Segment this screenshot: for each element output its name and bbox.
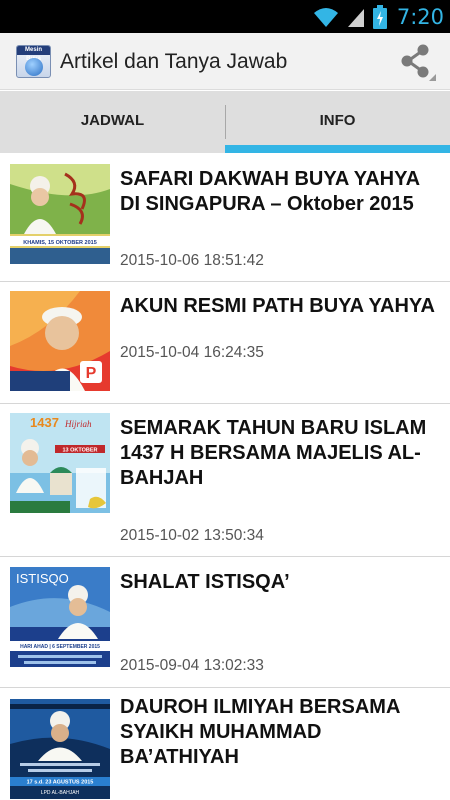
thumb-year-text: 1437 — [30, 415, 59, 430]
wifi-icon — [313, 7, 338, 27]
thumb-hijriah-text: Hijriah — [64, 419, 92, 429]
list-item[interactable]: 1437 Hijriah 13 OKTOBER SEMARAK TAHUN BA… — [0, 404, 450, 557]
thumb-date-text: 17 s.d. 23 AGUSTUS 2015 — [27, 780, 94, 786]
list-item[interactable]: ISTISQO HARI AHAD | 6 SEPTEMBER 2015 SHA… — [0, 557, 450, 688]
list-item[interactable]: 17 s.d. 23 AGUSTUS 2015 LPD AL-BAHJAH DA… — [0, 688, 450, 800]
article-thumbnail: KHAMIS, 15 OKTOBER 2015 — [10, 164, 110, 264]
tab-divider — [225, 105, 226, 139]
article-thumbnail: ISTISQO HARI AHAD | 6 SEPTEMBER 2015 — [10, 567, 110, 667]
app-logo-icon[interactable]: Mesin Buya — [16, 45, 51, 78]
svg-text:P: P — [86, 365, 97, 382]
status-time: 7:20 — [396, 4, 444, 29]
action-bar: Mesin Buya Artikel dan Tanya Jawab — [0, 33, 450, 90]
article-list: KHAMIS, 15 OKTOBER 2015 SAFARI DAKWAH BU… — [0, 153, 450, 800]
article-date: 2015-10-06 18:51:42 — [120, 252, 264, 269]
thumb-istisqo-text: ISTISQO — [16, 571, 69, 586]
battery-charging-icon — [372, 4, 387, 29]
article-date: 2015-09-04 13:02:33 — [120, 657, 264, 674]
article-thumbnail: P — [10, 291, 110, 391]
share-icon — [401, 44, 436, 81]
article-thumbnail: 17 s.d. 23 AGUSTUS 2015 LPD AL-BAHJAH — [10, 699, 110, 799]
tab-info[interactable]: INFO — [225, 91, 450, 153]
article-title: SEMARAK TAHUN BARU ISLAM 1437 H BERSAMA … — [120, 417, 427, 489]
list-item[interactable]: P AKUN RESMI PATH BUYA YAHYA 2015-10-04 … — [0, 282, 450, 404]
list-item[interactable]: KHAMIS, 15 OKTOBER 2015 SAFARI DAKWAH BU… — [0, 153, 450, 282]
signal-icon — [347, 8, 364, 27]
article-date: 2015-10-02 13:50:34 — [120, 527, 264, 544]
article-date: 2015-10-04 16:24:35 — [120, 344, 264, 361]
globe-icon — [25, 58, 43, 76]
thumb-date-text: HARI AHAD | 6 SEPTEMBER 2015 — [20, 644, 100, 650]
article-title: SAFARI DAKWAH BUYA YAHYA DI SINGAPURA – … — [120, 168, 420, 215]
app-title: Artikel dan Tanya Jawab — [60, 50, 288, 73]
status-bar: 7:20 — [0, 0, 450, 33]
article-thumbnail: 1437 Hijriah 13 OKTOBER — [10, 413, 110, 513]
app-logo-label: Mesin Buya — [17, 46, 50, 62]
thumb-banner-text: KHAMIS, 15 OKTOBER 2015 — [23, 240, 97, 246]
tab-selected-indicator — [225, 145, 450, 153]
article-title: SHALAT ISTISQA’ — [120, 571, 290, 593]
article-title: DAUROH ILMIYAH BERSAMA SYAIKH MUHAMMAD B… — [120, 696, 400, 768]
status-icons: 7:20 — [313, 0, 444, 33]
thumb-date-text: 13 OKTOBER — [62, 448, 97, 454]
article-title: AKUN RESMI PATH BUYA YAHYA — [120, 295, 435, 317]
thumb-org-text: LPD AL-BAHJAH — [41, 790, 80, 796]
share-button[interactable] — [398, 41, 438, 81]
tab-jadwal[interactable]: JADWAL — [0, 91, 225, 153]
